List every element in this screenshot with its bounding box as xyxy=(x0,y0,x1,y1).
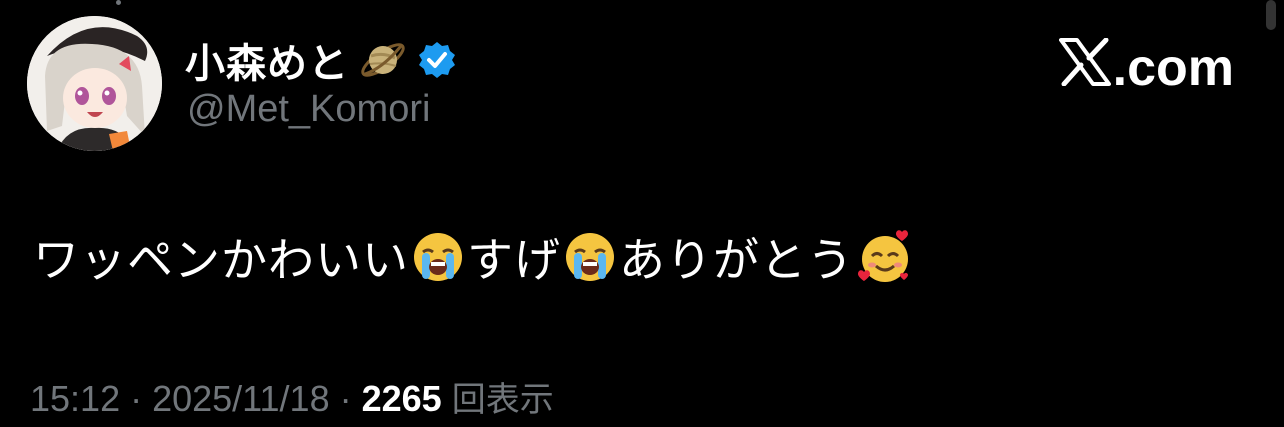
crying-face-icon xyxy=(411,230,465,284)
tweet-text-part-3: ありがとう xyxy=(619,233,854,287)
author-name-row[interactable]: 小森めと xyxy=(185,32,457,88)
planet-icon xyxy=(357,34,409,86)
scrollbar[interactable] xyxy=(1266,0,1276,30)
tweet-meta: 15:12 · 2025/11/18 · 2265 回表示 xyxy=(30,372,554,421)
tweet-time[interactable]: 15:12 xyxy=(30,378,120,420)
brand-domain: .com xyxy=(1112,39,1234,97)
divider-dot xyxy=(116,0,121,5)
meta-separator: · xyxy=(130,378,143,419)
x-logo-icon xyxy=(1058,37,1111,99)
avatar[interactable] xyxy=(27,16,162,151)
views-count[interactable]: 2265 xyxy=(362,378,442,420)
crying-face-icon xyxy=(563,230,617,284)
smiling-face-with-hearts-icon xyxy=(856,228,914,286)
verified-icon xyxy=(417,40,457,80)
tweet-date[interactable]: 2025/11/18 xyxy=(152,378,330,420)
author-handle[interactable]: @Met_Komori xyxy=(187,88,430,131)
tweet-text-part-1: ワッペンかわいい xyxy=(33,233,409,287)
meta-separator: · xyxy=(339,378,352,419)
x-com-brand[interactable]: .com xyxy=(1058,37,1234,99)
tweet-text-part-2: すげ xyxy=(467,233,561,287)
tweet-card: 小森めと @Met_Komori .com ワッペンかわいい すげ ありがとう … xyxy=(0,0,1284,427)
tweet-text: ワッペンかわいい すげ ありがとう xyxy=(33,224,916,290)
views-label: 回表示 xyxy=(451,380,554,420)
display-name[interactable]: 小森めと xyxy=(185,31,349,89)
